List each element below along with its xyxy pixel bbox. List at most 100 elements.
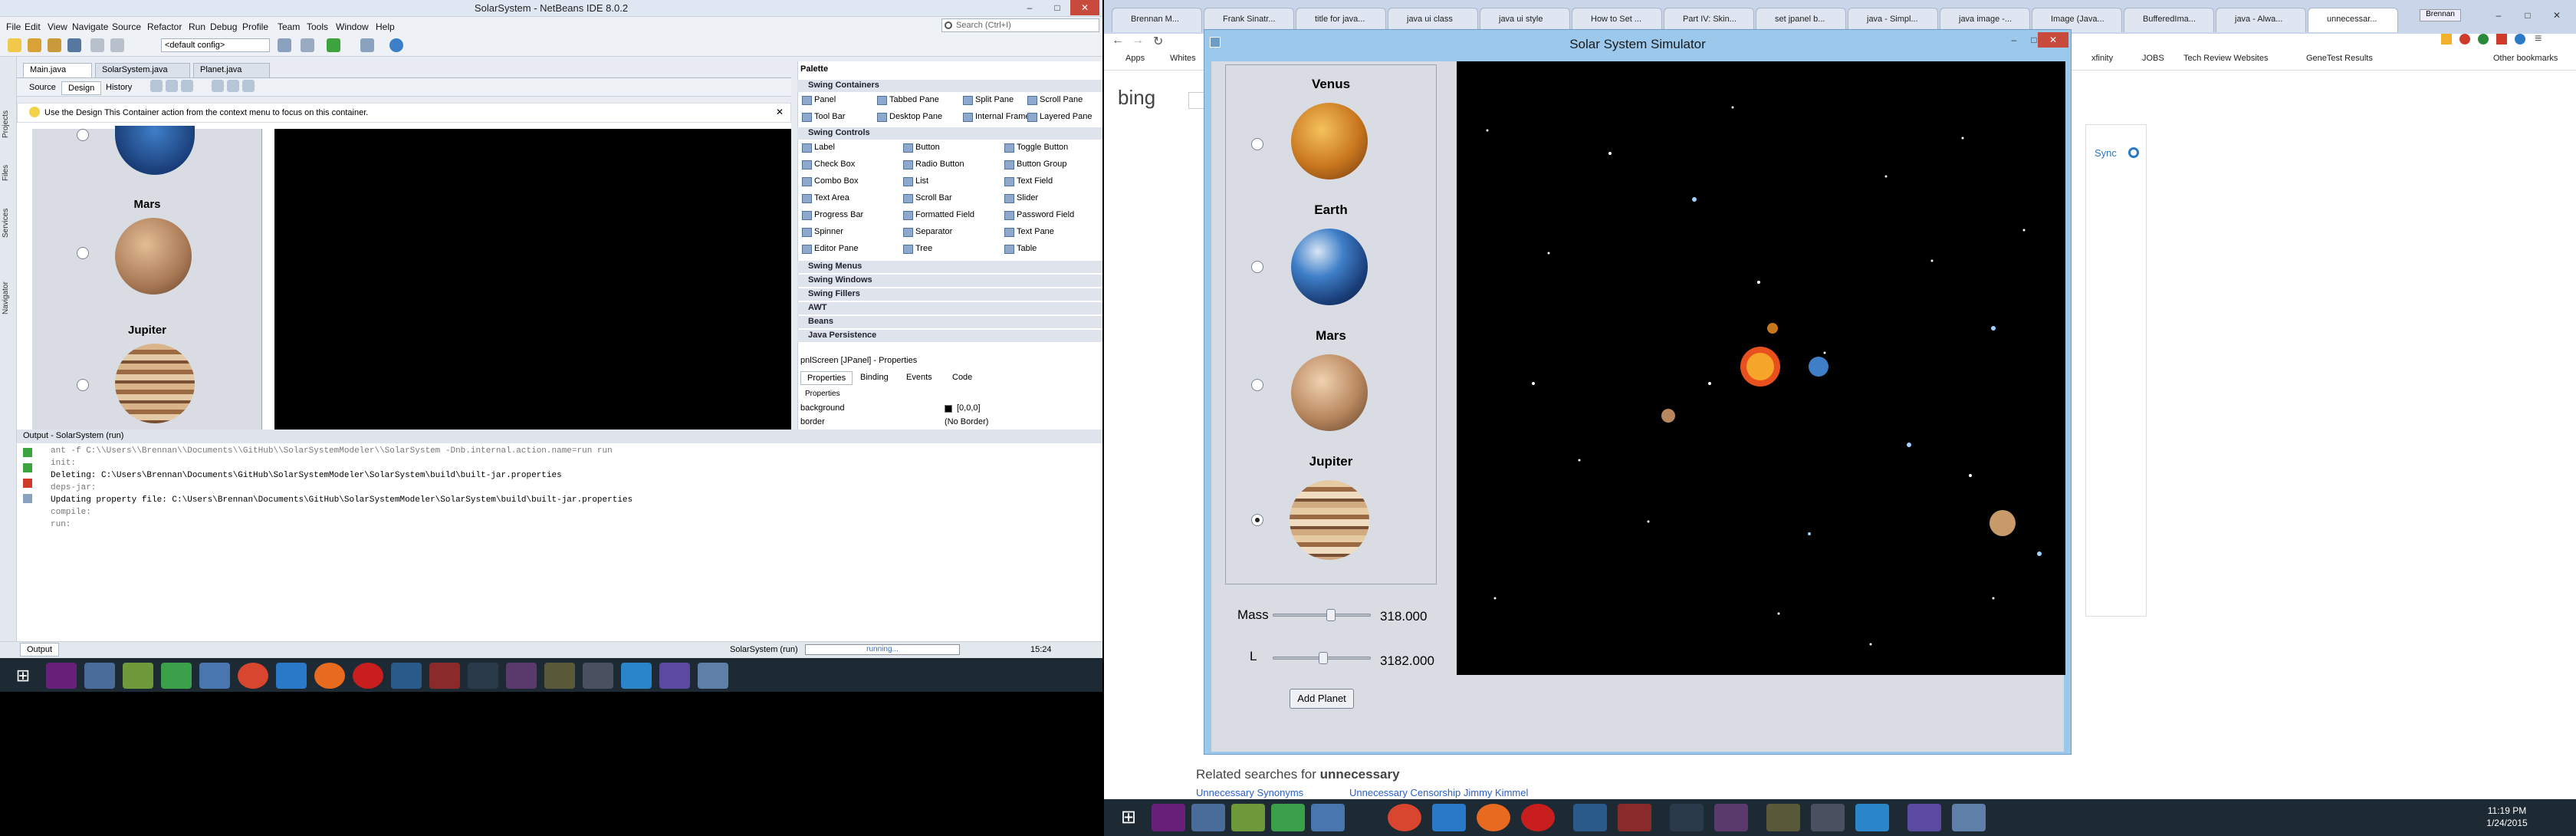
align-center-icon[interactable] [227, 80, 239, 92]
clover-icon[interactable] [161, 663, 192, 689]
designer-mars-radio[interactable] [77, 247, 89, 259]
solar-close-icon[interactable]: ✕ [2038, 32, 2068, 48]
menu-edit[interactable]: Edit [25, 21, 41, 32]
chrome-tab[interactable]: BufferedIma... [2124, 8, 2214, 32]
palette-java-persistence[interactable]: Java Persistence [797, 330, 1102, 342]
tab-binding[interactable]: Binding [854, 371, 895, 385]
game-icon[interactable] [429, 663, 460, 689]
menu-help[interactable]: Help [376, 21, 395, 32]
palette-swing-controls[interactable]: Swing Controls [797, 127, 1102, 140]
tab-design[interactable]: Design [61, 81, 102, 95]
planet-radio-venus[interactable] [1251, 138, 1263, 150]
android-icon[interactable] [123, 663, 153, 689]
tab-history[interactable]: History [100, 81, 138, 95]
rerun-icon[interactable] [23, 448, 32, 457]
chrome-tab[interactable]: java - Alwa... [2216, 8, 2306, 32]
menu-file[interactable]: File [6, 21, 21, 32]
l-slider-thumb[interactable] [1319, 652, 1328, 664]
bookmark[interactable]: xfinity [2091, 54, 2113, 63]
designer-earth-radio[interactable] [77, 129, 89, 141]
alien-icon[interactable] [583, 663, 613, 689]
palette-item[interactable]: Radio Button [903, 160, 1003, 170]
gear-icon[interactable] [2128, 147, 2139, 158]
projects-tab[interactable]: Projects [2, 84, 15, 138]
settings-icon[interactable] [23, 494, 32, 503]
minimize-icon[interactable]: – [1015, 0, 1044, 15]
profile-icon[interactable] [389, 38, 403, 52]
palette-item[interactable]: Spinner [802, 227, 902, 237]
tab-solarsystem-java[interactable]: SolarSystem.java [95, 63, 190, 77]
clean-build-icon[interactable] [301, 38, 314, 52]
related-link[interactable]: Unnecessary Synonyms [1196, 787, 1303, 798]
palette-swing-fillers[interactable]: Swing Fillers [797, 288, 1102, 301]
search-input[interactable]: Search (Ctrl+I) [941, 18, 1099, 32]
maximize-icon[interactable]: □ [1043, 0, 1072, 15]
control-panel-icon[interactable] [199, 663, 230, 689]
palette-item[interactable]: Text Pane [1004, 227, 1096, 237]
palette-item[interactable]: Toggle Button [1004, 143, 1096, 153]
palette-item[interactable]: Editor Pane [802, 244, 902, 254]
stop-icon[interactable] [23, 479, 32, 488]
control-panel-icon[interactable] [1311, 804, 1345, 831]
space-canvas[interactable] [1457, 61, 2065, 675]
open-project-icon[interactable] [48, 38, 61, 52]
java-icon[interactable] [1952, 804, 1986, 831]
profile-badge[interactable]: Brennan [2420, 9, 2461, 21]
audio-icon[interactable] [544, 663, 575, 689]
palette-item[interactable]: Slider [1004, 193, 1096, 203]
palette-item[interactable]: Tabbed Pane [877, 95, 977, 105]
menu-profile[interactable]: Profile [242, 21, 268, 32]
bookmark-apps[interactable]: Apps [1125, 54, 1145, 63]
palette-item[interactable]: Tree [903, 244, 1003, 254]
menu-refactor[interactable]: Refactor [147, 21, 182, 32]
menu-navigate[interactable]: Navigate [72, 21, 108, 32]
bird-icon[interactable] [621, 663, 652, 689]
chrome-minimize-icon[interactable]: – [2484, 8, 2513, 23]
config-select[interactable]: <default config> [161, 38, 270, 52]
visual-studio-icon[interactable] [46, 663, 77, 689]
star-icon[interactable] [2441, 34, 2452, 44]
sync-link[interactable]: Sync [2095, 147, 2117, 159]
palette-item[interactable]: Formatted Field [903, 210, 1003, 220]
palette-swing-containers[interactable]: Swing Containers [797, 80, 1102, 92]
bookmark[interactable]: GeneTest Results [2306, 54, 2373, 63]
menu-icon[interactable]: ≡ [2535, 32, 2542, 46]
property-value[interactable]: (No Border) [945, 417, 988, 426]
palette-beans[interactable]: Beans [797, 316, 1102, 328]
menu-tools[interactable]: Tools [307, 21, 328, 32]
start-button-icon[interactable]: ⊞ [8, 663, 38, 689]
chrome-maximize-icon[interactable]: □ [2513, 8, 2542, 23]
ie-icon[interactable] [1432, 804, 1466, 831]
ie-icon[interactable] [276, 663, 307, 689]
app-icon[interactable] [1907, 804, 1941, 831]
align-left-icon[interactable] [212, 80, 224, 92]
bookmark[interactable]: Tech Review Websites [2183, 54, 2268, 63]
bookmark[interactable]: Other bookmarks [2493, 54, 2558, 63]
run-icon[interactable] [327, 38, 340, 52]
rerun-different-icon[interactable] [23, 463, 32, 472]
palette-awt[interactable]: AWT [797, 302, 1102, 314]
palette-item[interactable]: Desktop Pane [877, 112, 977, 122]
tab-code[interactable]: Code [946, 371, 978, 385]
extension-icon[interactable] [2496, 34, 2507, 44]
terminal-icon[interactable] [1573, 804, 1607, 831]
selection-mode-icon[interactable] [150, 80, 163, 92]
palette-swing-menus[interactable]: Swing Menus [797, 261, 1102, 273]
palette-swing-windows[interactable]: Swing Windows [797, 275, 1102, 287]
opera-icon[interactable] [1521, 804, 1555, 831]
undo-icon[interactable] [90, 38, 104, 52]
navigator-tab[interactable]: Navigator [2, 253, 15, 314]
opera-icon[interactable] [353, 663, 383, 689]
virtualbox-icon[interactable] [1191, 804, 1225, 831]
palette-item[interactable]: List [903, 176, 1003, 186]
tab-source[interactable]: Source [23, 81, 62, 95]
premiere-icon[interactable] [506, 663, 537, 689]
terminal-icon[interactable] [391, 663, 422, 689]
menu-debug[interactable]: Debug [210, 21, 237, 32]
services-tab[interactable]: Services [2, 184, 15, 238]
chrome-tab-active[interactable]: unnecessar... [2308, 8, 2398, 32]
palette-item[interactable]: Combo Box [802, 176, 902, 186]
extension-icon[interactable] [2515, 34, 2525, 44]
tab-planet-java[interactable]: Planet.java [193, 63, 270, 77]
menu-team[interactable]: Team [278, 21, 300, 32]
